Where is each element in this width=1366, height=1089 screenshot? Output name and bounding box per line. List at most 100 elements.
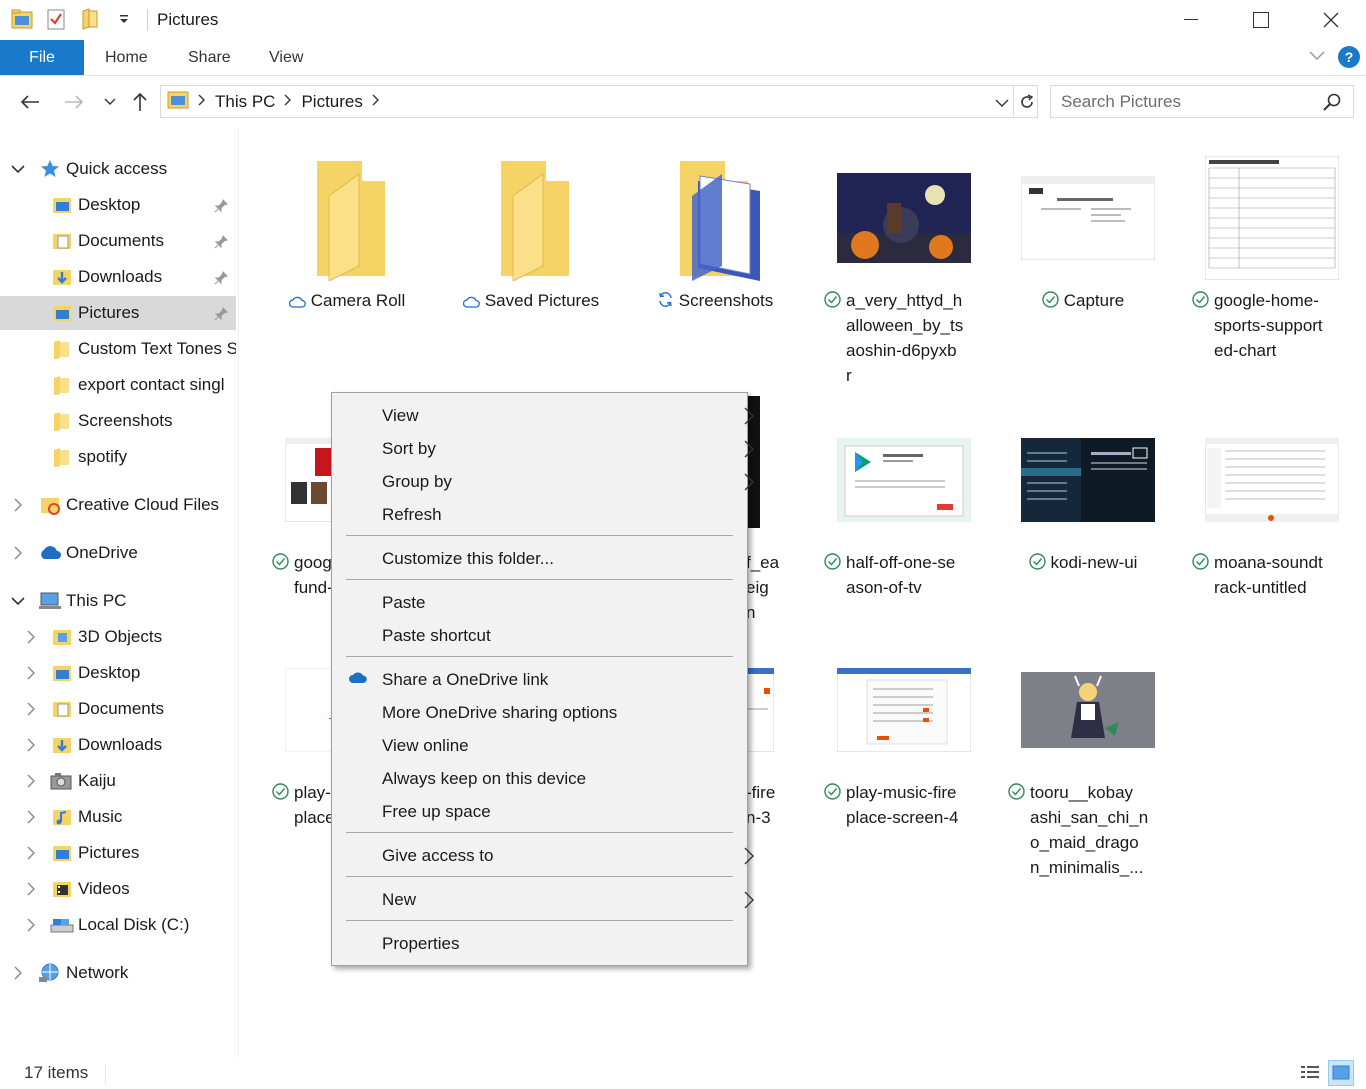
chevron-right-icon[interactable] [372, 93, 380, 111]
chevron-right-icon[interactable] [24, 810, 38, 824]
folder-icon [52, 411, 72, 432]
item-caption: kodi-new-ui [1008, 550, 1158, 575]
menu-item-view-online[interactable]: View online [382, 729, 722, 762]
status-divider [105, 1064, 106, 1084]
customize-toolbar-dropdown-icon[interactable] [112, 7, 136, 31]
menu-item-refresh[interactable]: Refresh [382, 498, 722, 531]
sidebar-item-pictures[interactable]: Pictures [0, 296, 236, 330]
search-icon[interactable] [1323, 93, 1341, 116]
sidebar-item-label: Network [66, 963, 129, 982]
folder-icon [52, 447, 72, 468]
menu-item-paste[interactable]: Paste [382, 586, 722, 619]
chevron-right-icon[interactable] [284, 93, 292, 111]
sidebar-item-desktop[interactable]: Desktop [0, 188, 236, 222]
menu-separator [346, 832, 733, 833]
chevron-right-icon[interactable] [24, 918, 38, 932]
menu-item-paste-shortcut[interactable]: Paste shortcut [382, 619, 722, 652]
chevron-down-icon[interactable] [11, 162, 25, 176]
sidebar-item-screenshots[interactable]: Screenshots [0, 404, 236, 438]
back-arrow-icon[interactable] [16, 88, 44, 116]
title-separator [147, 9, 148, 31]
tab-file[interactable]: File [0, 40, 84, 75]
sidebar-item-quick-access[interactable]: Quick access [0, 152, 236, 186]
tab-view[interactable]: View [269, 40, 303, 75]
sidebar-item-pc-pictures[interactable]: Pictures [0, 836, 236, 870]
chevron-right-icon[interactable] [24, 666, 38, 680]
chevron-right-icon[interactable] [24, 702, 38, 716]
navigation-pane: Quick access Desktop Documents Downloads [0, 150, 238, 1050]
chevron-down-icon[interactable] [11, 594, 25, 608]
menu-item-group-by[interactable]: Group by [382, 465, 754, 498]
new-folder-icon[interactable] [78, 7, 102, 31]
tab-share[interactable]: Share [188, 40, 231, 75]
properties-icon[interactable] [44, 7, 68, 31]
menu-item-customize-folder[interactable]: Customize this folder... [382, 542, 722, 575]
menu-item-new[interactable]: New [382, 883, 754, 916]
sidebar-item-export-contact[interactable]: export contact singl [0, 368, 236, 402]
pin-icon[interactable] [214, 198, 228, 213]
help-icon[interactable]: ? [1338, 46, 1360, 68]
item-caption: Capture [1008, 288, 1158, 313]
details-view-icon[interactable] [1297, 1060, 1323, 1086]
up-arrow-icon[interactable] [126, 88, 154, 116]
search-input[interactable]: Search Pictures [1061, 92, 1181, 112]
chevron-right-icon[interactable] [24, 630, 38, 644]
menu-item-more-onedrive-options[interactable]: More OneDrive sharing options [382, 696, 722, 729]
chevron-right-icon[interactable] [24, 846, 38, 860]
sidebar-item-this-pc[interactable]: This PC [0, 584, 236, 618]
close-button[interactable] [1296, 0, 1366, 40]
expand-ribbon-icon[interactable] [1308, 48, 1326, 66]
recent-locations-chevron-icon[interactable] [96, 88, 124, 116]
folder-window-icon[interactable] [10, 7, 34, 31]
pin-icon[interactable] [214, 234, 228, 249]
chevron-right-icon[interactable] [198, 93, 206, 111]
tab-home[interactable]: Home [105, 40, 148, 75]
menu-item-sort-by[interactable]: Sort by [382, 432, 754, 465]
pin-icon[interactable] [214, 306, 228, 321]
chevron-right-icon[interactable] [24, 774, 38, 788]
pin-icon[interactable] [214, 270, 228, 285]
sidebar-item-network[interactable]: Network [0, 956, 236, 990]
breadcrumb-this-pc[interactable]: This PC [215, 92, 275, 112]
image-thumbnail [1008, 410, 1168, 550]
search-box[interactable]: Search Pictures [1050, 85, 1354, 118]
menu-item-share-onedrive-link[interactable]: Share a OneDrive link [382, 663, 722, 696]
menu-item-properties[interactable]: Properties [382, 927, 722, 960]
sidebar-item-kaiju[interactable]: Kaiju [0, 764, 236, 798]
sidebar-item-pc-desktop[interactable]: Desktop [0, 656, 236, 690]
chevron-right-icon[interactable] [24, 882, 38, 896]
chevron-right-icon[interactable] [24, 738, 38, 752]
sidebar-item-local-disk[interactable]: Local Disk (C:) [0, 908, 236, 942]
chevron-right-icon[interactable] [11, 498, 25, 512]
sidebar-item-creative-cloud[interactable]: Creative Cloud Files [0, 488, 236, 522]
sidebar-item-videos[interactable]: Videos [0, 872, 236, 906]
refresh-icon[interactable] [1013, 86, 1039, 117]
maximize-button[interactable] [1226, 0, 1296, 40]
sidebar-item-onedrive[interactable]: OneDrive [0, 536, 236, 570]
sidebar-item-music[interactable]: Music [0, 800, 236, 834]
forward-arrow-icon[interactable] [60, 88, 88, 116]
menu-item-free-up-space[interactable]: Free up space [382, 795, 722, 828]
sidebar-item-downloads[interactable]: Downloads [0, 260, 236, 294]
menu-item-give-access[interactable]: Give access to [382, 839, 754, 872]
chevron-right-icon[interactable] [11, 966, 25, 980]
sidebar-item-label: Quick access [66, 159, 168, 178]
address-history-dropdown-icon[interactable] [995, 95, 1009, 113]
menu-item-always-keep[interactable]: Always keep on this device [382, 762, 722, 795]
sidebar-item-spotify[interactable]: spotify [0, 440, 236, 474]
sidebar-item-label: This PC [66, 591, 127, 610]
sidebar-item-pc-downloads[interactable]: Downloads [0, 728, 236, 762]
large-icons-view-icon[interactable] [1328, 1060, 1354, 1086]
sidebar-item-pc-documents[interactable]: Documents [0, 692, 236, 726]
onedrive-cloud-icon [38, 544, 61, 564]
menu-item-view[interactable]: View [382, 399, 754, 432]
breadcrumb-pictures[interactable]: Pictures [301, 92, 362, 112]
sidebar-item-custom-text-tones[interactable]: Custom Text Tones S [0, 332, 236, 366]
synced-check-icon [824, 552, 841, 570]
address-bar[interactable]: This PC Pictures [160, 85, 1038, 118]
minimize-button[interactable] [1156, 0, 1226, 40]
chevron-right-icon[interactable] [11, 546, 25, 560]
sidebar-item-3d-objects[interactable]: 3D Objects [0, 620, 236, 654]
image-thumbnail [824, 410, 984, 550]
sidebar-item-documents[interactable]: Documents [0, 224, 236, 258]
